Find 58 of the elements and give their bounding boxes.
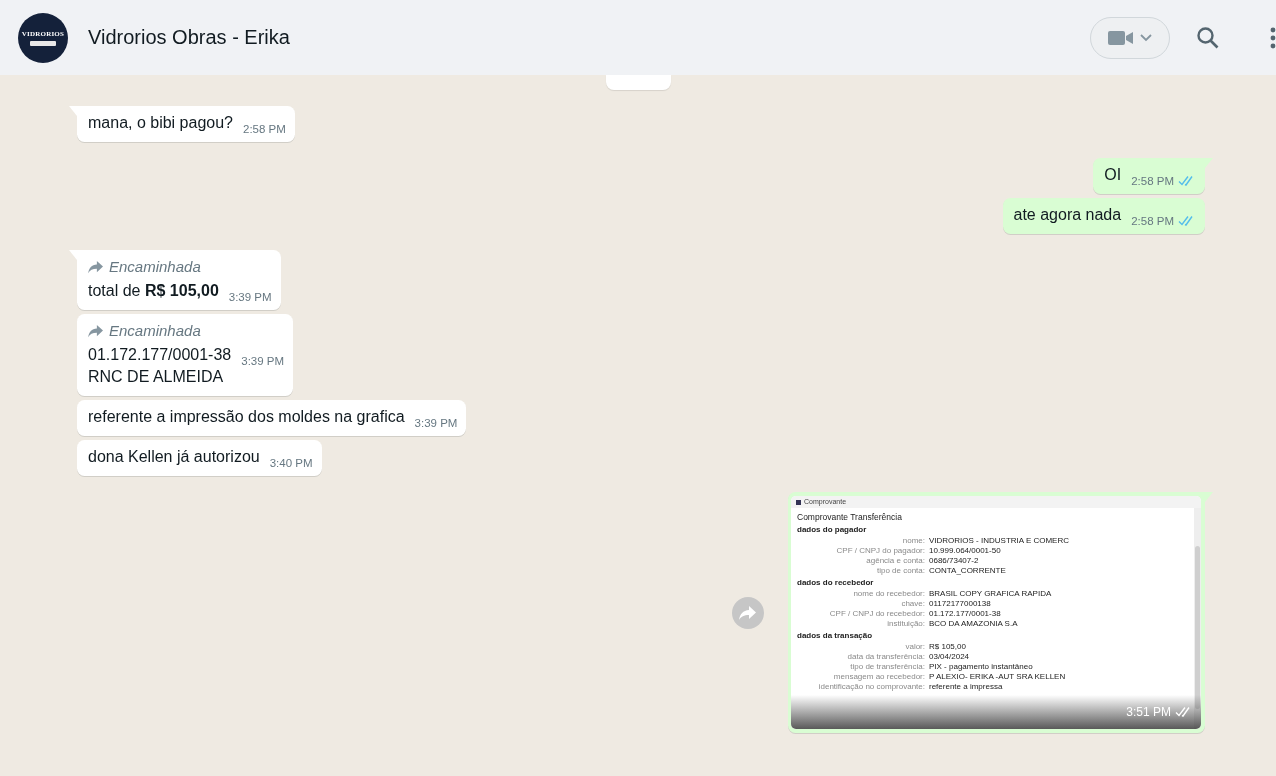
message-time: 3:39 PM <box>241 354 285 368</box>
message-text: 01.172.177/0001-38 RNC DE ALMEIDA <box>88 346 232 385</box>
message-text: referente a impressão dos moldes na grafica <box>88 408 405 425</box>
message-time: 3:51 PM <box>1126 704 1171 721</box>
field-value: VIDRORIOS - INDUSTRIA E COMERC <box>929 536 1069 546</box>
forward-arrow-icon <box>88 260 104 274</box>
app-icon <box>796 499 801 505</box>
search-icon[interactable] <box>1196 25 1220 50</box>
message-text: OI <box>1104 166 1122 183</box>
message-time: 3:39 PM <box>414 416 458 430</box>
field-label: agência e conta: <box>865 556 925 566</box>
section-title: dados do pagador <box>797 525 868 535</box>
field-label: identificação no comprovante: <box>817 682 925 692</box>
message-time: 3:40 PM <box>269 456 313 470</box>
field-value: BCO DA AMAZONIA S.A <box>929 619 1018 629</box>
field-label: valor: <box>904 642 925 652</box>
field-value: 10.999.064/0001-50 <box>929 546 1001 556</box>
field-value: PIX - pagamento instantâneo <box>929 662 1033 672</box>
field-label: data da transferência: <box>846 652 925 662</box>
chat-title: Vidrorios Obras - Erika <box>88 26 291 49</box>
field-label: nome: <box>901 536 925 546</box>
video-camera-icon <box>1108 29 1134 46</box>
field-value: 0686/73407-2 <box>929 556 979 566</box>
date-chip <box>606 75 671 90</box>
field-label: nome do recebedor: <box>852 589 925 599</box>
field-label: mensagem ao recebedor: <box>832 672 925 682</box>
field-value: R$ 105,00 <box>929 642 966 652</box>
menu-icon[interactable] <box>1270 26 1276 49</box>
message-text: total de R$ 105,00 <box>88 282 219 299</box>
forwarded-label: Encaminhada <box>109 321 201 341</box>
share-arrow-icon <box>739 604 757 621</box>
message-time: 2:58 PM <box>1131 174 1174 188</box>
field-value: 01.172.177/0001-38 <box>929 609 1001 619</box>
field-label: chave: <box>900 599 925 609</box>
message-text: dona Kellen já autorizou <box>88 448 260 465</box>
field-value: 03/04/2024 <box>929 652 970 662</box>
message-text: mana, o bibi pagou? <box>88 114 233 131</box>
field-label: tipo de conta: <box>875 566 925 576</box>
message-time: 2:58 PM <box>1131 214 1174 228</box>
field-label: tipo de transferência: <box>849 662 925 672</box>
forwarded-label: Encaminhada <box>109 257 201 277</box>
field-label: instituição: <box>886 619 925 629</box>
section-title: dados da transação <box>797 631 874 641</box>
message-time: 2:58 PM <box>243 122 286 136</box>
receipt-heading: Comprovante Transferência <box>797 512 903 522</box>
field-value: 01172177000138 <box>929 599 991 609</box>
field-label: CPF / CNPJ do pagador: <box>835 546 925 556</box>
video-call-button[interactable] <box>1090 16 1170 59</box>
field-value: referente a impressa <box>929 682 1003 692</box>
field-value: CONTA_CORRENTE <box>929 566 1006 576</box>
field-value: BRASIL COPY GRAFICA RAPIDA <box>929 589 1052 599</box>
forward-arrow-icon <box>88 324 104 338</box>
section-title: dados do recebedor <box>797 578 875 588</box>
message-time: 3:39 PM <box>228 290 272 304</box>
field-value: P ALEXIO- ERIKA -AUT SRA KELLEN <box>929 672 1066 682</box>
message-text: ate agora nada <box>1013 206 1122 223</box>
field-label: CPF / CNPJ do recebedor: <box>828 609 925 619</box>
chevron-down-icon <box>1140 33 1152 42</box>
